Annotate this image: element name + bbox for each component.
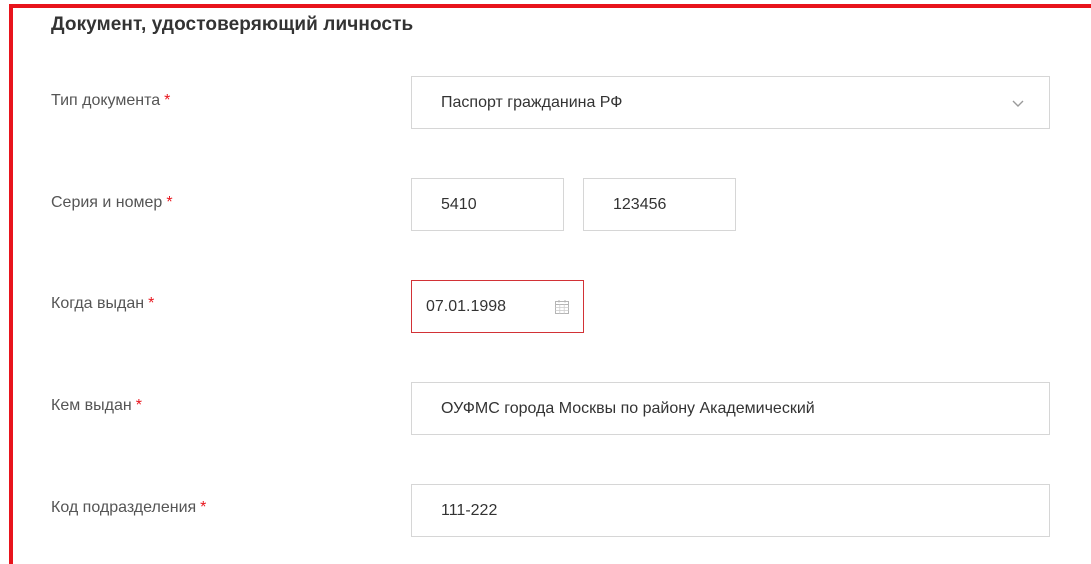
- number-input[interactable]: 123456: [583, 178, 736, 231]
- dept-code-label: Код подразделения *: [51, 499, 206, 517]
- doc-type-label-text: Тип документа: [51, 92, 161, 109]
- issued-by-input[interactable]: ОУФМС города Москвы по району Академичес…: [411, 382, 1050, 435]
- required-mark: *: [148, 295, 155, 312]
- series-number-label-text: Серия и номер: [51, 194, 163, 211]
- required-mark: *: [166, 194, 173, 211]
- section-title: Документ, удостоверяющий личность: [51, 14, 414, 35]
- series-number-label: Серия и номер *: [51, 194, 173, 212]
- issue-date-value: 07.01.1998: [426, 297, 507, 315]
- series-input[interactable]: 5410: [411, 178, 564, 231]
- required-mark: *: [135, 397, 142, 414]
- doc-type-select[interactable]: Паспорт гражданина РФ: [411, 76, 1050, 129]
- doc-type-value: Паспорт гражданина РФ: [441, 93, 623, 111]
- issue-date-label-text: Когда выдан: [51, 295, 145, 312]
- dept-code-input[interactable]: 111-222: [411, 484, 1050, 537]
- dept-code-label-text: Код подразделения: [51, 499, 197, 516]
- required-mark: *: [200, 499, 207, 516]
- number-value: 123456: [613, 195, 667, 213]
- chevron-down-icon: [1012, 100, 1024, 107]
- required-mark: *: [164, 92, 171, 109]
- series-value: 5410: [441, 195, 477, 213]
- issue-date-label: Когда выдан *: [51, 295, 154, 313]
- issued-by-value: ОУФМС города Москвы по району Академичес…: [441, 399, 815, 417]
- issued-by-label-text: Кем выдан: [51, 397, 132, 414]
- issue-date-input[interactable]: 07.01.1998: [411, 280, 584, 333]
- calendar-icon[interactable]: [553, 298, 571, 316]
- dept-code-value: 111-222: [441, 501, 498, 519]
- issued-by-label: Кем выдан *: [51, 397, 142, 415]
- doc-type-label: Тип документа *: [51, 92, 170, 110]
